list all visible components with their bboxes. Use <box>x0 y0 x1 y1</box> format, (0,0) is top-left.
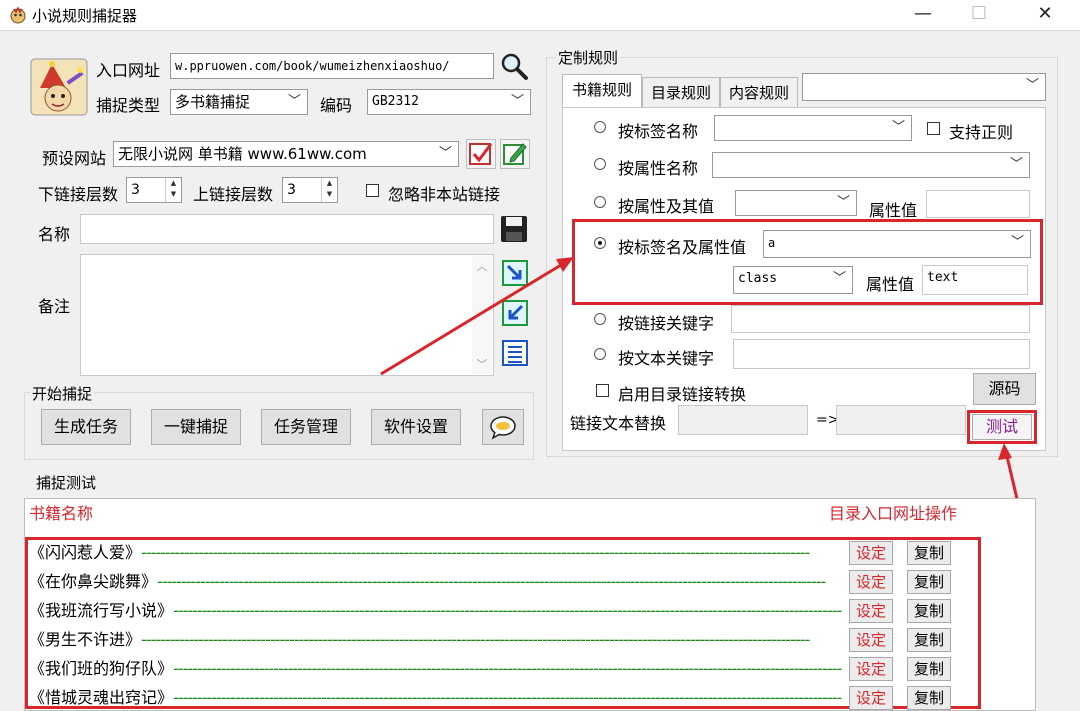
dash-separator: ----------------------------------------… <box>141 543 810 562</box>
copy-button[interactable]: 复制 <box>907 599 951 623</box>
results-list: 书籍名称 目录入口网址操作 《闪闪惹人爱》-------------------… <box>24 498 1036 711</box>
copy-button[interactable]: 复制 <box>907 657 951 681</box>
set-button[interactable]: 设定 <box>849 657 893 681</box>
copy-button[interactable]: 复制 <box>907 541 951 565</box>
copy-button[interactable]: 复制 <box>907 628 951 652</box>
book-title: 《我班流行写小说》 <box>29 601 174 620</box>
table-row: 《男生不许进》---------------------------------… <box>29 625 855 654</box>
dir-entry-header: 目录入口网址操作 <box>829 504 958 523</box>
dash-separator: ----------------------------------------… <box>141 630 810 649</box>
table-row: 《我们班的狗仔队》-------------------------------… <box>29 654 855 683</box>
dash-separator: ----------------------------------------… <box>173 601 842 620</box>
book-title: 《闪闪惹人爱》 <box>29 543 142 562</box>
table-row: 《在你鼻尖跳舞》--------------------------------… <box>29 567 855 596</box>
table-row: 《惜城灵魂出窍记》-------------------------------… <box>29 683 855 710</box>
set-button[interactable]: 设定 <box>849 570 893 594</box>
book-title: 《惜城灵魂出窍记》 <box>29 688 174 707</box>
book-title: 《我们班的狗仔队》 <box>29 659 174 678</box>
copy-button[interactable]: 复制 <box>907 686 951 710</box>
book-title: 《男生不许进》 <box>29 630 142 649</box>
capture-test-title: 捕捉测试 <box>34 472 99 493</box>
copy-button[interactable]: 复制 <box>907 570 951 594</box>
book-title: 《在你鼻尖跳舞》 <box>29 572 158 591</box>
scroll-up-icon[interactable]: ︿ <box>1035 503 1036 519</box>
set-button[interactable]: 设定 <box>849 628 893 652</box>
dash-separator: ----------------------------------------… <box>173 688 842 707</box>
set-button[interactable]: 设定 <box>849 541 893 565</box>
table-row: 《我班流行写小说》-------------------------------… <box>29 596 855 625</box>
book-name-header: 书籍名称 <box>29 504 94 523</box>
dash-separator: ----------------------------------------… <box>173 659 842 678</box>
set-button[interactable]: 设定 <box>849 686 893 710</box>
results-scrollbar[interactable]: ︿ <box>1035 499 1036 711</box>
set-button[interactable]: 设定 <box>849 599 893 623</box>
table-row: 《闪闪惹人爱》---------------------------------… <box>29 538 855 567</box>
dash-separator: ----------------------------------------… <box>157 572 826 591</box>
